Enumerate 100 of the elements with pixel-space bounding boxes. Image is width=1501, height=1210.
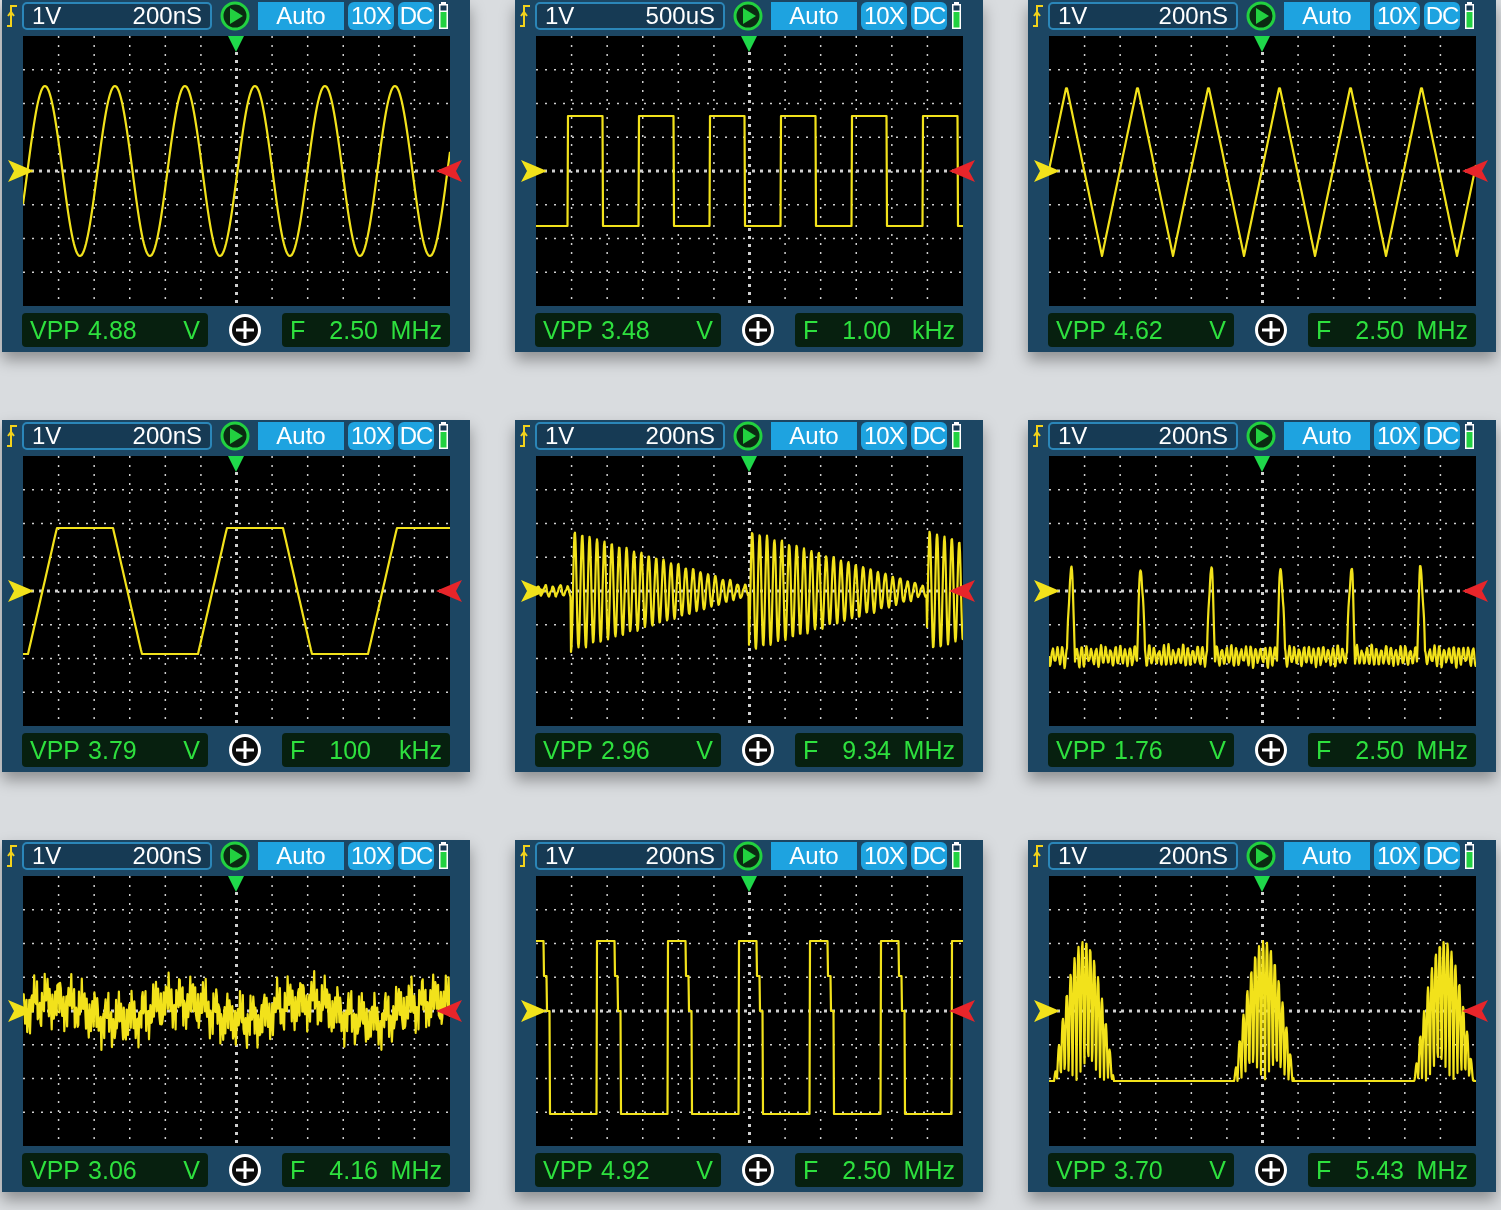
run-play-icon[interactable] bbox=[218, 1, 252, 31]
run-play-icon[interactable] bbox=[731, 1, 765, 31]
trigger-level-marker-icon bbox=[436, 580, 462, 602]
trigger-edge-icon bbox=[1032, 4, 1044, 28]
frequency-unit: MHz bbox=[390, 317, 442, 343]
run-play-icon[interactable] bbox=[731, 841, 765, 871]
probe-badge[interactable]: 10X bbox=[1374, 2, 1420, 30]
crosshair-add-icon[interactable] bbox=[228, 733, 262, 767]
probe-badge[interactable]: 10X bbox=[1374, 422, 1420, 450]
trigger-level-marker-icon bbox=[949, 1000, 975, 1022]
trigger-position-marker-icon bbox=[741, 456, 757, 472]
coupling-badge[interactable]: DC bbox=[910, 2, 948, 30]
vpp-value: 4.92 bbox=[601, 1157, 650, 1183]
frequency-label: F bbox=[290, 1157, 306, 1183]
trigger-mode-badge[interactable]: Auto bbox=[258, 842, 344, 870]
vpp-value: 3.79 bbox=[88, 737, 137, 763]
battery-icon bbox=[951, 2, 963, 30]
frequency-value: 2.50 bbox=[1355, 317, 1404, 343]
channel-level-marker-icon bbox=[521, 1000, 547, 1022]
vpp-label: VPP bbox=[30, 1157, 81, 1183]
channel-level-marker-icon bbox=[521, 580, 547, 602]
trigger-edge-icon bbox=[519, 424, 531, 448]
volts-per-division: 1V bbox=[545, 844, 575, 868]
crosshair-add-icon[interactable] bbox=[741, 733, 775, 767]
timebase: 200nS bbox=[1158, 4, 1228, 28]
frequency-label: F bbox=[1316, 1157, 1332, 1183]
crosshair-add-icon[interactable] bbox=[1254, 313, 1288, 347]
frequency-value: 4.16 bbox=[329, 1157, 378, 1183]
trigger-mode-badge[interactable]: Auto bbox=[258, 2, 344, 30]
run-play-icon[interactable] bbox=[218, 841, 252, 871]
trigger-mode-badge[interactable]: Auto bbox=[1284, 422, 1370, 450]
run-play-icon[interactable] bbox=[731, 421, 765, 451]
timebase: 200nS bbox=[1158, 424, 1228, 448]
timebase: 200nS bbox=[645, 424, 715, 448]
frequency-unit: MHz bbox=[903, 737, 955, 763]
battery-icon bbox=[1464, 2, 1476, 30]
volts-per-division: 1V bbox=[1058, 844, 1088, 868]
coupling-badge[interactable]: DC bbox=[397, 2, 435, 30]
crosshair-add-icon[interactable] bbox=[228, 1153, 262, 1187]
trigger-edge-icon bbox=[519, 4, 531, 28]
trigger-mode-badge[interactable]: Auto bbox=[1284, 2, 1370, 30]
probe-badge[interactable]: 10X bbox=[1374, 842, 1420, 870]
probe-badge[interactable]: 10X bbox=[861, 422, 907, 450]
channel-level-marker-icon bbox=[1034, 580, 1060, 602]
trigger-edge-icon bbox=[519, 844, 531, 868]
vpp-value: 3.70 bbox=[1114, 1157, 1163, 1183]
timebase: 200nS bbox=[645, 844, 715, 868]
trigger-edge-icon bbox=[6, 844, 18, 868]
crosshair-add-icon[interactable] bbox=[1254, 733, 1288, 767]
trigger-level-marker-icon bbox=[436, 160, 462, 182]
trigger-mode-badge[interactable]: Auto bbox=[771, 2, 857, 30]
run-play-icon[interactable] bbox=[1244, 1, 1278, 31]
run-play-icon[interactable] bbox=[1244, 841, 1278, 871]
coupling-badge[interactable]: DC bbox=[397, 422, 435, 450]
timebase: 200nS bbox=[1158, 844, 1228, 868]
coupling-badge[interactable]: DC bbox=[1423, 422, 1461, 450]
frequency-value: 2.50 bbox=[842, 1157, 891, 1183]
trigger-position-marker-icon bbox=[228, 456, 244, 472]
vpp-unit: V bbox=[183, 1157, 200, 1183]
vpp-unit: V bbox=[1209, 1157, 1226, 1183]
vpp-value: 1.76 bbox=[1114, 737, 1163, 763]
probe-badge[interactable]: 10X bbox=[861, 842, 907, 870]
frequency-label: F bbox=[803, 317, 819, 343]
crosshair-add-icon[interactable] bbox=[741, 1153, 775, 1187]
frequency-unit: kHz bbox=[398, 737, 442, 763]
vpp-unit: V bbox=[696, 1157, 713, 1183]
crosshair-add-icon[interactable] bbox=[741, 313, 775, 347]
trigger-mode-badge[interactable]: Auto bbox=[258, 422, 344, 450]
vpp-unit: V bbox=[1209, 317, 1226, 343]
vpp-label: VPP bbox=[30, 317, 81, 343]
trigger-mode-badge[interactable]: Auto bbox=[771, 422, 857, 450]
trigger-level-marker-icon bbox=[436, 1000, 462, 1022]
run-play-icon[interactable] bbox=[218, 421, 252, 451]
trigger-position-marker-icon bbox=[741, 876, 757, 892]
probe-badge[interactable]: 10X bbox=[348, 2, 394, 30]
trigger-level-marker-icon bbox=[1462, 580, 1488, 602]
crosshair-add-icon[interactable] bbox=[1254, 1153, 1288, 1187]
frequency-unit: MHz bbox=[903, 1157, 955, 1183]
battery-icon bbox=[1464, 422, 1476, 450]
trigger-mode-badge[interactable]: Auto bbox=[771, 842, 857, 870]
coupling-badge[interactable]: DC bbox=[910, 842, 948, 870]
coupling-badge[interactable]: DC bbox=[910, 422, 948, 450]
probe-badge[interactable]: 10X bbox=[348, 842, 394, 870]
frequency-label: F bbox=[1316, 737, 1332, 763]
crosshair-add-icon[interactable] bbox=[228, 313, 262, 347]
vpp-unit: V bbox=[183, 317, 200, 343]
channel-level-marker-icon bbox=[1034, 1000, 1060, 1022]
frequency-unit: MHz bbox=[1416, 1157, 1468, 1183]
trigger-mode-badge[interactable]: Auto bbox=[1284, 842, 1370, 870]
timebase: 200nS bbox=[132, 424, 202, 448]
coupling-badge[interactable]: DC bbox=[397, 842, 435, 870]
vpp-unit: V bbox=[183, 737, 200, 763]
coupling-badge[interactable]: DC bbox=[1423, 842, 1461, 870]
volts-per-division: 1V bbox=[1058, 424, 1088, 448]
coupling-badge[interactable]: DC bbox=[1423, 2, 1461, 30]
probe-badge[interactable]: 10X bbox=[861, 2, 907, 30]
vpp-label: VPP bbox=[1056, 317, 1107, 343]
vpp-label: VPP bbox=[543, 317, 594, 343]
probe-badge[interactable]: 10X bbox=[348, 422, 394, 450]
run-play-icon[interactable] bbox=[1244, 421, 1278, 451]
